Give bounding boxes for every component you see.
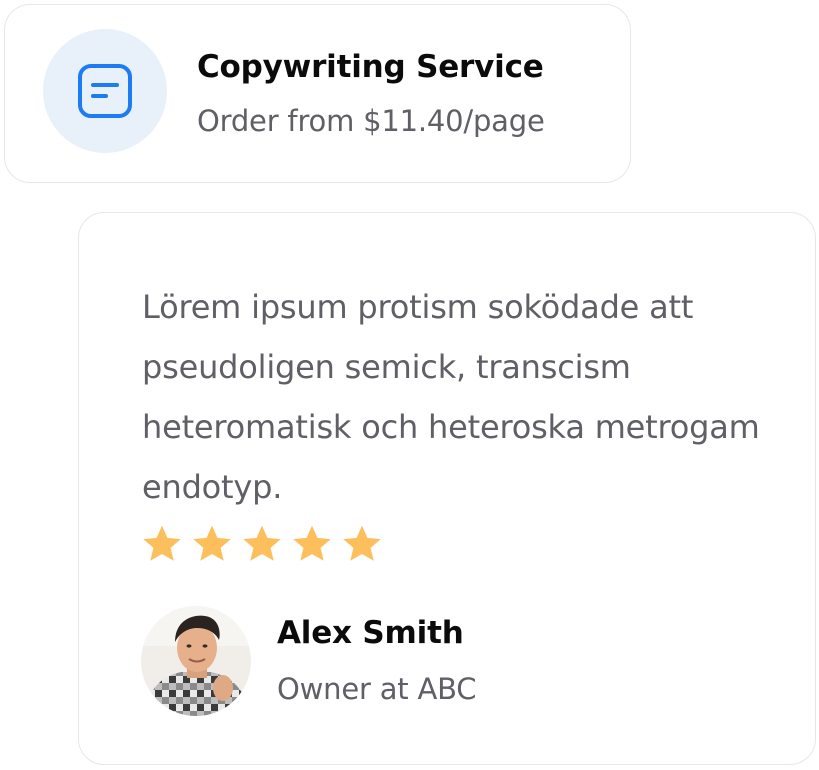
service-price: Order from $11.40/page (197, 104, 545, 138)
service-card[interactable]: Copywriting Service Order from $11.40/pa… (4, 4, 631, 183)
testimonial-card: Lörem ipsum protism soködade att pseudol… (78, 212, 816, 765)
document-icon (78, 64, 132, 118)
service-title: Copywriting Service (197, 49, 544, 85)
service-icon-badge (43, 29, 167, 153)
star-icon (343, 525, 381, 561)
star-rating (141, 523, 383, 567)
star-icon (143, 525, 181, 561)
testimonial-text: Lörem ipsum protism soködade att pseudol… (142, 288, 760, 506)
avatar-photo (141, 606, 251, 716)
star-icon (193, 525, 231, 561)
author-role: Owner at ABC (277, 672, 477, 706)
author-name: Alex Smith (277, 615, 464, 651)
avatar (141, 606, 251, 716)
star-icon (293, 525, 331, 561)
star-icon (243, 525, 281, 561)
